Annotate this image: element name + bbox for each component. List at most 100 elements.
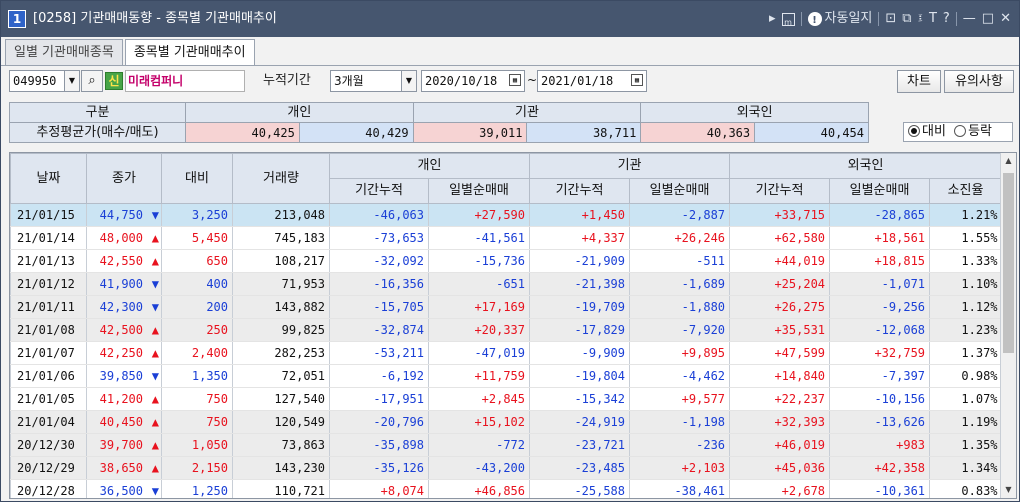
col-date[interactable]: 날짜 bbox=[10, 153, 87, 204]
close-icon[interactable]: ✕ bbox=[1000, 10, 1011, 28]
help-icon[interactable]: ? bbox=[943, 10, 950, 28]
row-foreign-daily: -12,068 bbox=[829, 318, 930, 342]
row-individual-daily: -772 bbox=[427, 433, 530, 457]
search-button[interactable]: ⌕ bbox=[81, 70, 103, 92]
font-icon[interactable]: T bbox=[929, 10, 937, 28]
row-change: 200 bbox=[161, 295, 233, 319]
minimize-icon[interactable]: — bbox=[963, 10, 976, 28]
col-close[interactable]: 종가 bbox=[86, 153, 162, 204]
row-change: 2,150 bbox=[161, 456, 233, 480]
foreign-avg-buy: 40,363 bbox=[640, 122, 756, 143]
title-tools: ▸ m ! 자동일지 ⊡ ⧉ ፤ T ? — □ ✕ bbox=[763, 10, 1011, 28]
table-row[interactable]: 21/01/05 41,200 ▲ 750 127,540 -17,951 +2,845 -1… bbox=[10, 387, 1002, 411]
chart-button[interactable]: 차트 bbox=[897, 70, 941, 93]
table-row[interactable]: 21/01/08 42,500 ▲ 250 99,825 -32,874 +20,337 -1… bbox=[10, 318, 1002, 342]
row-institution-daily: -1,880 bbox=[629, 295, 730, 319]
memo-icon[interactable]: m bbox=[781, 12, 795, 27]
search-icon: ⌕ bbox=[88, 73, 96, 88]
stock-code-dropdown[interactable]: ▼ bbox=[64, 70, 80, 92]
table-row[interactable]: 21/01/07 42,250 ▲ 2,400 282,253 -53,211 -47,01… bbox=[10, 341, 1002, 365]
maximize-icon[interactable]: □ bbox=[982, 10, 994, 28]
table-row[interactable]: 20/12/28 36,500 ▼ 1,250 110,721 +8,074 +46,856… bbox=[10, 479, 1002, 498]
scroll-down-icon[interactable]: ▼ bbox=[1001, 482, 1016, 498]
row-institution-cumulative: -15,342 bbox=[529, 387, 630, 411]
individual-avg-buy: 40,425 bbox=[185, 122, 300, 143]
table-row[interactable]: 21/01/11 42,300 ▼ 200 143,882 -15,705 +17,169-… bbox=[10, 295, 1002, 319]
row-institution-daily: -1,689 bbox=[629, 272, 730, 296]
row-exhaust-rate: 1.12% bbox=[929, 295, 1002, 319]
autolog-label[interactable]: 자동일지 bbox=[825, 10, 873, 28]
screen-icon[interactable]: ⊡ bbox=[885, 10, 896, 28]
down-arrow-icon: ▼ bbox=[151, 369, 159, 383]
autolog-icon[interactable]: ! bbox=[807, 12, 822, 26]
table-row[interactable]: 20/12/29 38,650 ▲ 2,150 143,230 -35,126 -43,20… bbox=[10, 456, 1002, 480]
toolbar: 049950 ▼ ⌕ 신 미래컴퍼니 누적기간 3개월 ▼ 2020/10/18… bbox=[1, 67, 1019, 95]
row-exhaust-rate: 1.19% bbox=[929, 410, 1002, 434]
row-change: 2,400 bbox=[161, 341, 233, 365]
row-individual-cumulative: -32,874 bbox=[329, 318, 429, 342]
row-change: 1,050 bbox=[161, 433, 233, 457]
scroll-thumb[interactable] bbox=[1003, 173, 1014, 353]
row-exhaust-rate: 1.37% bbox=[929, 341, 1002, 365]
row-date: 21/01/14 bbox=[10, 226, 87, 250]
table-row[interactable]: 20/12/30 39,700 ▲ 1,050 73,863 -35,898 -772 -23… bbox=[10, 433, 1002, 457]
app-window: 1 [0258] 기관매매동향 - 종목별 기관매매추이 ▸ m ! 자동일지 … bbox=[0, 0, 1020, 502]
calendar-icon[interactable]: ▦ bbox=[509, 74, 521, 86]
close-value: 36,500 bbox=[99, 484, 143, 498]
row-individual-cumulative: -20,796 bbox=[329, 410, 429, 434]
radio-change[interactable]: 대비 bbox=[908, 124, 946, 139]
tab-daily-institution-stocks[interactable]: 일별 기관매매종목 bbox=[5, 39, 123, 65]
row-institution-cumulative: +1,450 bbox=[529, 203, 630, 227]
col-exhaust-rate[interactable]: 소진율 bbox=[929, 178, 1003, 204]
row-individual-cumulative: -6,192 bbox=[329, 364, 429, 388]
row-date: 21/01/04 bbox=[10, 410, 87, 434]
row-foreign-cumulative: +2,678 bbox=[729, 479, 830, 498]
row-close: 40,450 ▲ bbox=[86, 410, 162, 434]
stock-name-field[interactable]: 미래컴퍼니 bbox=[125, 70, 245, 92]
row-institution-cumulative: -21,398 bbox=[529, 272, 630, 296]
row-volume: 108,217 bbox=[232, 249, 330, 273]
pin-icon[interactable]: ፤ bbox=[918, 10, 923, 28]
row-change: 650 bbox=[161, 249, 233, 273]
tab-stock-institution-trend[interactable]: 종목별 기관매매추이 bbox=[124, 39, 255, 66]
date-to-input[interactable]: 2021/01/18 ▦ bbox=[537, 70, 647, 92]
col-volume[interactable]: 거래량 bbox=[232, 153, 330, 204]
period-dropdown-icon[interactable]: ▼ bbox=[401, 70, 417, 92]
down-arrow-icon: ▼ bbox=[151, 208, 159, 222]
row-date: 20/12/30 bbox=[10, 433, 87, 457]
period-select[interactable]: 3개월 bbox=[330, 70, 402, 92]
col-change[interactable]: 대비 bbox=[161, 153, 233, 204]
table-row[interactable]: 21/01/14 48,000 ▲ 5,450 745,183 -73,653 -41,56… bbox=[10, 226, 1002, 250]
close-value: 40,450 bbox=[99, 415, 143, 429]
col-group-individual: 개인 bbox=[328, 153, 531, 179]
up-arrow-icon: ▲ bbox=[151, 415, 159, 429]
col-individual-cumulative[interactable]: 기간누적 bbox=[329, 178, 429, 204]
calendar-icon[interactable]: ▦ bbox=[631, 74, 643, 86]
col-individual-daily[interactable]: 일별순매매 bbox=[427, 178, 531, 204]
col-foreign-daily[interactable]: 일별순매매 bbox=[829, 178, 931, 204]
table-row[interactable]: 21/01/06 39,850 ▼ 1,350 72,051 -6,192 +11,759-… bbox=[10, 364, 1002, 388]
row-close: 44,750 ▼ bbox=[86, 203, 162, 227]
scroll-up-icon[interactable]: ▲ bbox=[1001, 153, 1016, 169]
row-institution-cumulative: -19,804 bbox=[529, 364, 630, 388]
table-row[interactable]: 21/01/13 42,550 ▲ 650 108,217 -32,092 -15,736-… bbox=[10, 249, 1002, 273]
arrow-right-icon[interactable]: ▸ bbox=[769, 10, 776, 28]
date-from-input[interactable]: 2020/10/18 ▦ bbox=[421, 70, 525, 92]
table-row[interactable]: 21/01/12 41,900 ▼ 400 71,953 -16,356 -651 -21,3… bbox=[10, 272, 1002, 296]
title-bar: 1 [0258] 기관매매동향 - 종목별 기관매매추이 ▸ m ! 자동일지 … bbox=[1, 1, 1019, 37]
notice-button[interactable]: 유의사항 bbox=[944, 70, 1014, 93]
vertical-scrollbar[interactable]: ▲ ▼ bbox=[1000, 153, 1016, 498]
col-institution-cumulative[interactable]: 기간누적 bbox=[529, 178, 631, 204]
link-icon[interactable]: ⧉ bbox=[902, 10, 911, 28]
radio-rate[interactable]: 등락 bbox=[954, 124, 992, 139]
row-foreign-cumulative: +22,237 bbox=[729, 387, 830, 411]
close-value: 42,550 bbox=[99, 254, 143, 268]
col-institution-daily[interactable]: 일별순매매 bbox=[629, 178, 731, 204]
window-number[interactable]: 1 bbox=[8, 10, 26, 28]
foreign-avg-sell: 40,454 bbox=[754, 122, 869, 143]
stock-code-input[interactable]: 049950 bbox=[9, 70, 65, 92]
col-foreign-cumulative[interactable]: 기간누적 bbox=[729, 178, 831, 204]
close-value: 41,200 bbox=[99, 392, 143, 406]
table-row[interactable]: 21/01/15 44,750 ▼ 3,250 213,048 -46,063 +27,59… bbox=[10, 203, 1002, 227]
table-row[interactable]: 21/01/04 40,450 ▲ 750 120,549 -20,796 +15,102-… bbox=[10, 410, 1002, 434]
